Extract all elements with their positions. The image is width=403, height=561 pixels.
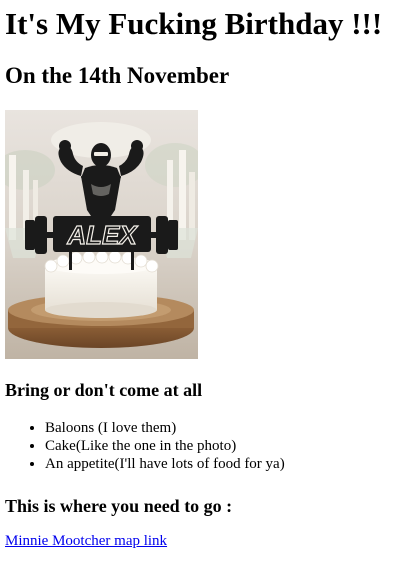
list-item: Cake(Like the one in the photo) bbox=[45, 437, 285, 455]
page-title: It's My Fucking Birthday !!! bbox=[5, 6, 383, 41]
bring-heading: Bring or don't come at all bbox=[5, 380, 203, 400]
list-item: An appetite(I'll have lots of food for y… bbox=[45, 455, 285, 473]
date-heading: On the 14th November bbox=[5, 63, 230, 88]
cake-photo: ALEX bbox=[5, 110, 198, 359]
bring-list: Baloons (I love them) Cake(Like the one … bbox=[0, 419, 285, 473]
location-heading: This is where you need to go : bbox=[5, 496, 233, 516]
list-item: Baloons (I love them) bbox=[45, 419, 285, 437]
topper-name-text: ALEX bbox=[66, 220, 138, 250]
map-link[interactable]: Minnie Mootcher map link bbox=[5, 532, 167, 550]
page: It's My Fucking Birthday !!! On the 14th… bbox=[0, 0, 403, 561]
cake-photo-image: ALEX bbox=[5, 110, 198, 359]
